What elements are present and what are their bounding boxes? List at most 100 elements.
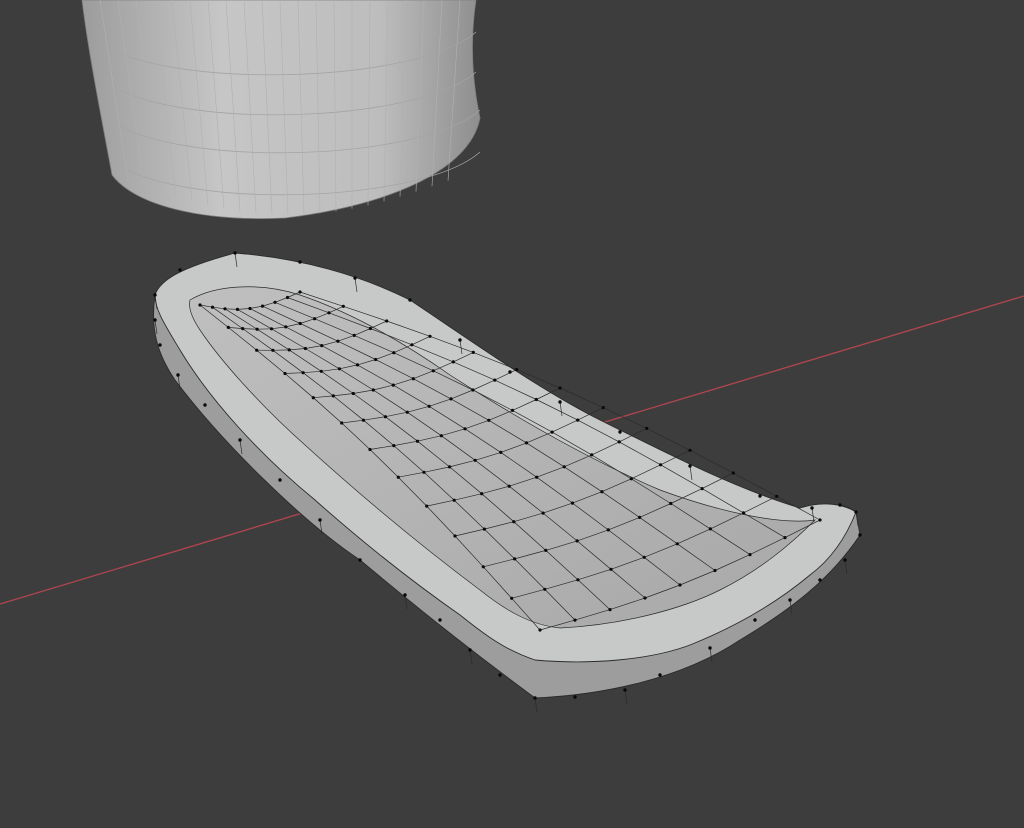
mesh-vertex[interactable]	[608, 608, 612, 612]
mesh-vertex[interactable]	[287, 348, 291, 352]
mesh-vertex[interactable]	[609, 567, 613, 571]
mesh-vertex[interactable]	[226, 325, 230, 329]
mesh-vertex[interactable]	[818, 578, 822, 582]
mesh-vertex[interactable]	[629, 477, 633, 481]
mesh-vertex[interactable]	[524, 441, 529, 445]
mesh-vertex[interactable]	[320, 344, 324, 348]
mesh-vertex[interactable]	[448, 465, 452, 469]
mesh-vertex[interactable]	[331, 394, 335, 398]
mesh-vertex[interactable]	[235, 307, 240, 311]
mesh-vertex[interactable]	[425, 504, 429, 508]
mesh-vertex[interactable]	[153, 293, 157, 297]
mesh-vertex[interactable]	[223, 307, 227, 311]
mesh-vertex[interactable]	[358, 558, 362, 562]
mesh-vertex[interactable]	[439, 434, 443, 438]
mesh-vertex[interactable]	[638, 515, 642, 520]
mesh-vertex[interactable]	[285, 295, 290, 300]
mesh-vertex[interactable]	[298, 321, 302, 326]
mesh-vertex[interactable]	[273, 300, 277, 304]
mesh-vertex[interactable]	[818, 518, 822, 522]
mesh-vertex[interactable]	[645, 426, 649, 430]
mesh-vertex[interactable]	[550, 430, 554, 434]
mesh-vertex[interactable]	[368, 326, 372, 331]
mesh-vertex[interactable]	[558, 386, 562, 390]
mesh-vertex[interactable]	[340, 421, 344, 425]
mesh-vertex[interactable]	[451, 360, 455, 364]
mesh-vertex[interactable]	[482, 527, 486, 531]
mesh-vertex[interactable]	[688, 464, 692, 468]
mesh-vertex[interactable]	[176, 373, 180, 377]
mesh-vertex[interactable]	[700, 487, 704, 491]
mesh-vertex[interactable]	[153, 318, 157, 322]
mesh-vertex[interactable]	[576, 418, 580, 422]
mesh-vertex[interactable]	[271, 348, 275, 352]
mesh-vertex[interactable]	[642, 555, 646, 559]
mesh-vertex[interactable]	[675, 542, 679, 546]
mesh-vertex[interactable]	[810, 506, 814, 510]
mesh-vertex[interactable]	[431, 369, 435, 373]
mesh-vertex[interactable]	[748, 553, 752, 557]
mesh-vertex[interactable]	[298, 260, 302, 264]
mesh-vertex[interactable]	[238, 438, 242, 442]
mesh-vertex[interactable]	[858, 533, 862, 537]
mesh-vertex[interactable]	[405, 410, 409, 414]
mesh-vertex[interactable]	[298, 290, 302, 294]
mesh-vertex[interactable]	[248, 306, 252, 311]
mesh-vertex[interactable]	[283, 371, 287, 376]
mesh-vertex[interactable]	[708, 646, 712, 650]
mesh-vertex[interactable]	[534, 397, 538, 402]
mesh-vertex[interactable]	[510, 596, 514, 600]
mesh-vertex[interactable]	[368, 447, 372, 452]
mesh-vertex[interactable]	[241, 327, 245, 331]
mesh-vertex[interactable]	[493, 378, 497, 382]
mesh-vertex[interactable]	[269, 327, 274, 331]
mesh-vertex[interactable]	[708, 527, 713, 531]
mesh-vertex[interactable]	[383, 415, 387, 419]
mesh-vertex[interactable]	[210, 305, 215, 309]
mesh-vertex[interactable]	[508, 370, 512, 374]
mesh-vertex[interactable]	[576, 578, 580, 582]
mesh-vertex[interactable]	[260, 304, 265, 308]
insole-object[interactable]	[153, 251, 862, 713]
mesh-vertex[interactable]	[278, 478, 282, 482]
mesh-vertex[interactable]	[284, 325, 288, 329]
mesh-vertex[interactable]	[783, 536, 787, 540]
mesh-vertex[interactable]	[473, 458, 477, 462]
3d-viewport[interactable]	[0, 0, 1024, 828]
mesh-vertex[interactable]	[678, 583, 682, 587]
mesh-vertex[interactable]	[507, 484, 511, 488]
mesh-vertex[interactable]	[481, 565, 485, 569]
mesh-vertex[interactable]	[313, 317, 317, 321]
mesh-vertex[interactable]	[336, 339, 340, 343]
mesh-vertex[interactable]	[452, 498, 456, 502]
mesh-vertex[interactable]	[301, 371, 305, 375]
mesh-vertex[interactable]	[543, 587, 547, 591]
mesh-vertex[interactable]	[741, 511, 746, 515]
mesh-vertex[interactable]	[392, 444, 396, 448]
mesh-vertex[interactable]	[438, 618, 442, 622]
mesh-vertex[interactable]	[515, 368, 519, 372]
mesh-vertex[interactable]	[573, 618, 577, 622]
mesh-vertex[interactable]	[533, 696, 537, 700]
mesh-vertex[interactable]	[341, 304, 345, 308]
mesh-vertex[interactable]	[158, 343, 162, 347]
mesh-vertex[interactable]	[788, 598, 792, 602]
mesh-vertex[interactable]	[428, 334, 432, 338]
mesh-vertex[interactable]	[510, 408, 515, 412]
mesh-vertex[interactable]	[498, 673, 502, 677]
mesh-vertex[interactable]	[449, 397, 453, 401]
mesh-vertex[interactable]	[468, 648, 472, 652]
mesh-vertex[interactable]	[392, 351, 396, 355]
mesh-vertex[interactable]	[558, 400, 562, 404]
mesh-vertex[interactable]	[600, 490, 604, 494]
mesh-vertex[interactable]	[487, 418, 491, 422]
mesh-vertex[interactable]	[385, 319, 389, 323]
mesh-vertex[interactable]	[453, 534, 457, 538]
cylinder-object[interactable]	[81, 0, 481, 219]
mesh-vertex[interactable]	[512, 520, 516, 524]
mesh-vertex[interactable]	[361, 418, 366, 422]
mesh-vertex[interactable]	[327, 311, 331, 315]
mesh-vertex[interactable]	[535, 475, 539, 479]
mesh-vertex[interactable]	[471, 388, 475, 392]
mesh-vertex[interactable]	[303, 346, 307, 351]
